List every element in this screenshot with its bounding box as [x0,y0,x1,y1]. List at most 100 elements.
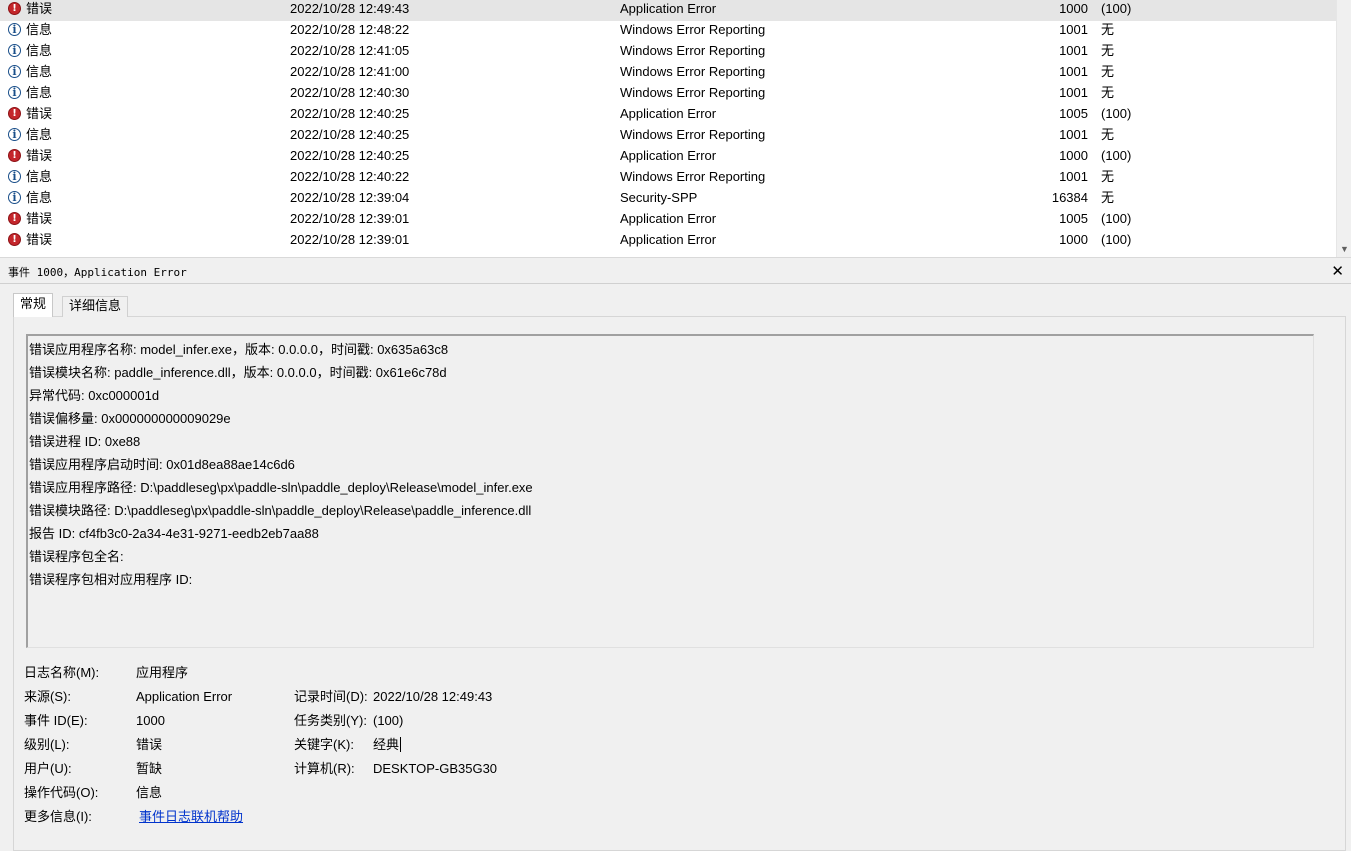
row-task-category: 无 [1101,64,1115,79]
computer-label: 计算机(R): [294,761,355,776]
description-line: 错误模块路径: D:\paddleseg\px\paddle-sln\paddl… [29,503,532,518]
computer-value: DESKTOP-GB35G30 [373,761,498,776]
error-glyph-icon: ! [8,2,21,15]
event-row[interactable]: i 信息 2022/10/28 12:41:00 Windows Error Repo… [0,63,1336,84]
keywords-field[interactable]: 经典 [373,737,402,753]
row-level: 信息 [26,43,53,58]
event-row[interactable]: ! 错误 2022/10/28 12:39:01 Application Error 1… [0,231,1336,252]
error-icon: ! [8,233,23,248]
row-level: 信息 [26,127,53,142]
error-glyph-icon: ! [8,212,21,225]
row-task-category: (100) [1101,211,1132,226]
event-row[interactable]: i 信息 2022/10/28 12:40:22 Windows Error Repo… [0,168,1336,189]
error-icon: ! [8,2,23,17]
row-level: 信息 [26,169,53,184]
event-row[interactable]: i 信息 2022/10/28 12:39:04 Security-SPP 16384 无 [0,189,1336,210]
event-list[interactable]: ! 错误 2022/10/28 12:49:43 Application Error 1… [0,0,1351,258]
row-date-time: 2022/10/28 12:40:25 [290,148,410,163]
row-source: Application Error [620,1,717,16]
event-row[interactable]: ! 错误 2022/10/28 12:49:43 Application Error 1… [0,0,1336,21]
task-category-label: 任务类别(Y): [294,713,367,728]
row-source: Windows Error Reporting [620,43,766,58]
event-row[interactable]: ! 错误 2022/10/28 12:40:25 Application Error 1… [0,105,1336,126]
logged-time-value: 2022/10/28 12:49:43 [373,689,493,704]
keywords-value: 经典 [373,737,400,752]
row-task-category: 无 [1101,85,1115,100]
opcode-value: 信息 [136,785,163,800]
event-row[interactable]: ! 错误 2022/10/28 12:40:25 Application Error 1… [0,147,1336,168]
info-glyph-icon: i [8,23,21,36]
tab-details[interactable]: 详细信息 [62,296,129,317]
event-detail-header: 事件 1000，Application Error ✕ [0,262,1351,284]
row-level: 错误 [26,232,53,247]
tab-general[interactable]: 常规 [13,293,54,317]
row-level: 信息 [26,190,53,205]
row-task-category: 无 [1101,169,1115,184]
log-name-value: 应用程序 [136,665,189,680]
description-line: 错误应用程序路径: D:\paddleseg\px\paddle-sln\pad… [29,480,533,495]
row-level: 信息 [26,22,53,37]
info-glyph-icon: i [8,170,21,183]
row-date-time: 2022/10/28 12:39:04 [290,190,410,205]
error-glyph-icon: ! [8,107,21,120]
row-date-time: 2022/10/28 12:40:25 [290,106,410,121]
row-date-time: 2022/10/28 12:40:22 [290,169,410,184]
task-category-value: (100) [373,713,404,728]
row-event-id: 1000 [1059,1,1088,16]
info-glyph-icon: i [8,128,21,141]
info-icon: i [8,86,23,101]
info-glyph-icon: i [8,65,21,78]
row-event-id: 1001 [1059,43,1088,58]
event-id-value: 1000 [136,713,165,728]
event-row[interactable]: i 信息 2022/10/28 12:40:30 Windows Error Repo… [0,84,1336,105]
row-source: Windows Error Reporting [620,64,766,79]
info-glyph-icon: i [8,86,21,99]
row-event-id: 1001 [1059,64,1088,79]
event-row[interactable]: i 信息 2022/10/28 12:41:05 Windows Error Repo… [0,42,1336,63]
error-glyph-icon: ! [8,149,21,162]
row-event-id: 1000 [1059,232,1088,247]
row-task-category: (100) [1101,232,1132,247]
description-line: 报告 ID: cf4fb3c0-2a34-4e31-9271-eedb2eb7a… [29,526,319,541]
event-log-online-help-link[interactable]: 事件日志联机帮助 [139,809,243,825]
row-task-category: 无 [1101,43,1115,58]
log-name-label: 日志名称(M): [24,665,100,680]
level-label: 级别(L): [24,737,70,752]
event-row[interactable]: i 信息 2022/10/28 12:40:25 Windows Error Repo… [0,126,1336,147]
row-source: Application Error [620,106,717,121]
row-event-id: 1000 [1059,148,1088,163]
row-task-category: 无 [1101,127,1115,142]
row-event-id: 1005 [1059,211,1088,226]
event-row[interactable]: i 信息 2022/10/28 12:48:22 Windows Error Repo… [0,21,1336,42]
row-date-time: 2022/10/28 12:39:01 [290,211,410,226]
opcode-label: 操作代码(O): [24,785,99,800]
description-line: 错误模块名称: paddle_inference.dll，版本: 0.0.0.0… [29,365,447,380]
row-source: Windows Error Reporting [620,85,766,100]
event-row[interactable]: ! 错误 2022/10/28 12:39:01 Application Error 1… [0,210,1336,231]
more-info-label: 更多信息(I): [24,809,92,824]
close-icon[interactable]: ✕ [1331,264,1344,280]
info-icon: i [8,191,23,206]
level-value: 错误 [136,737,163,752]
scroll-down-arrow-icon[interactable]: ▼ [1340,245,1349,254]
info-icon: i [8,44,23,59]
row-level: 错误 [26,148,53,163]
info-icon: i [8,23,23,38]
row-level: 信息 [26,64,53,79]
row-source: Application Error [620,211,717,226]
row-event-id: 1005 [1059,106,1088,121]
description-line: 错误进程 ID: 0xe88 [29,434,141,449]
row-source: Windows Error Reporting [620,127,766,142]
row-date-time: 2022/10/28 12:41:05 [290,43,410,58]
row-date-time: 2022/10/28 12:40:30 [290,85,410,100]
row-level: 错误 [26,1,53,16]
source-value: Application Error [136,689,233,704]
row-source: Application Error [620,232,717,247]
row-source: Security-SPP [620,190,698,205]
error-icon: ! [8,107,23,122]
keywords-label: 关键字(K): [294,737,354,752]
row-task-category: 无 [1101,22,1115,37]
row-source: Application Error [620,148,717,163]
event-description-box[interactable]: 错误应用程序名称: model_infer.exe，版本: 0.0.0.0，时间… [26,334,1314,648]
vertical-scrollbar[interactable]: ▼ [1336,0,1351,257]
